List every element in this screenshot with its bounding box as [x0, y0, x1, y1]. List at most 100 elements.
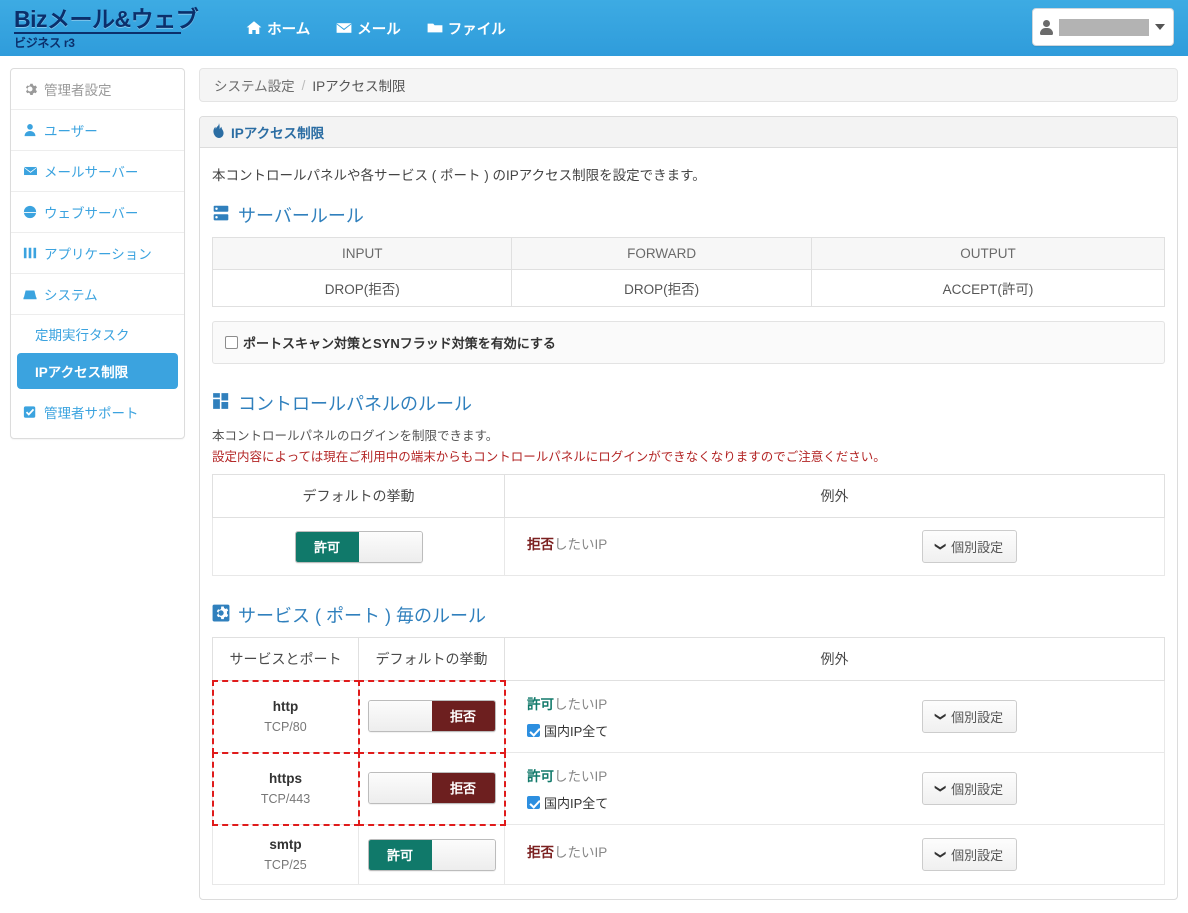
user-menu-button[interactable] — [1032, 8, 1174, 46]
cp-exception-label: 拒否したいIP — [527, 533, 783, 553]
grid-icon — [23, 246, 39, 260]
cp-exception-cell: 拒否したいIP ❮ 個別設定 — [504, 517, 1165, 576]
sidebar-item-web-server[interactable]: ウェブサーバー — [11, 192, 184, 233]
sidebar-item-application-label: アプリケーション — [44, 247, 152, 262]
nav-item-home-label: ホーム — [267, 21, 311, 38]
default-toggle-http-label: 拒否 — [431, 700, 495, 731]
sidebar-item-users-label: ユーザー — [44, 124, 98, 139]
default-toggle-smtp[interactable]: 許可 — [367, 838, 496, 871]
check-square-icon — [23, 405, 39, 419]
default-behavior-cell-http: 拒否 — [357, 679, 506, 754]
server-icon — [212, 204, 230, 227]
domestic-ip-option-http[interactable]: 国内IP全て — [527, 721, 783, 740]
individual-settings-label-smtp: 個別設定 — [951, 848, 1004, 863]
sidebar-item-ip-access-restriction[interactable]: IPアクセス制限 — [17, 353, 178, 389]
server-icon — [23, 287, 39, 301]
sidebar-item-users[interactable]: ユーザー — [11, 110, 184, 151]
value-output: ACCEPT(許可) — [810, 269, 1166, 307]
exception-suffix-smtp: したいIP — [554, 844, 608, 860]
exception-suffix-http: したいIP — [554, 697, 608, 712]
value-forward: DROP(拒否) — [511, 269, 812, 307]
sidebar-item-application[interactable]: アプリケーション — [11, 233, 184, 274]
service-cell-https: https TCP/443 — [211, 751, 360, 826]
table-header-row: サービスとポート デフォルトの挙動 例外 — [212, 637, 1165, 681]
nav-item-mail-label: メール — [357, 21, 401, 38]
individual-settings-button-https[interactable]: ❮ 個別設定 — [921, 772, 1018, 805]
individual-settings-button-smtp[interactable]: ❮ 個別設定 — [921, 838, 1018, 871]
domestic-ip-checkbox-http[interactable] — [527, 724, 540, 737]
default-toggle-http[interactable]: 拒否 — [367, 699, 496, 732]
panel-rules-title: コントロールパネルのルール — [212, 390, 1165, 416]
col-input: INPUT — [211, 237, 513, 270]
default-toggle-https[interactable]: 拒否 — [367, 771, 496, 804]
service-port-smtp: TCP/25 — [264, 858, 307, 872]
gear-square-icon — [212, 604, 230, 627]
portscan-syn-option-row[interactable]: ポートスキャン対策とSYNフラッド対策を有効にする — [212, 321, 1165, 364]
nav-item-home[interactable]: ホーム — [246, 18, 310, 39]
cp-default-toggle[interactable]: 許可 — [294, 530, 423, 563]
sidebar-item-mail-server[interactable]: メールサーバー — [11, 151, 184, 192]
individual-settings-label-https: 個別設定 — [951, 782, 1004, 797]
panel-rules-title-label: コントロールパネルのルール — [238, 394, 472, 414]
brand-main-text: Bizメール&ウェブ — [14, 5, 199, 32]
breadcrumb-current: IPアクセス制限 — [312, 79, 406, 94]
col-default-behavior: デフォルトの挙動 — [212, 474, 505, 518]
ip-access-panel: IPアクセス制限 本コントロールパネルや各サービス ( ポート ) のIPアクセ… — [199, 116, 1178, 900]
brand-logo[interactable]: Bizメール&ウェブ ビジネス r3 — [14, 5, 199, 49]
exception-suffix-https: したいIP — [554, 769, 608, 784]
top-navigation: ホーム メール ファイル — [246, 18, 506, 39]
exception-cell-smtp: 拒否したいIP ❮ 個別設定 — [504, 824, 1165, 885]
sidebar-item-admin-support[interactable]: 管理者サポート — [11, 391, 184, 432]
default-toggle-http-knob — [368, 700, 432, 731]
envelope-icon — [23, 164, 39, 178]
breadcrumb: システム設定 / IPアクセス制限 — [199, 68, 1178, 102]
grid-icon — [212, 392, 230, 415]
cp-individual-settings-button[interactable]: ❮ 個別設定 — [921, 530, 1018, 563]
exception-label-smtp: 拒否したいIP — [527, 841, 783, 861]
service-port-https: TCP/443 — [260, 792, 311, 806]
chevron-down-icon: ❮ — [933, 541, 946, 552]
col-output: OUTPUT — [810, 237, 1166, 270]
sidebar-item-admin-settings: 管理者設定 — [11, 69, 184, 110]
domestic-ip-option-https[interactable]: 国内IP全て — [527, 793, 783, 812]
portscan-syn-label: ポートスキャン対策とSYNフラッド対策を有効にする — [243, 336, 556, 351]
individual-settings-button-http[interactable]: ❮ 個別設定 — [921, 700, 1018, 733]
sidebar-item-scheduled-tasks[interactable]: 定期実行タスク — [11, 315, 184, 353]
default-toggle-smtp-knob — [431, 839, 495, 870]
server-rules-title-label: サーバールール — [238, 206, 364, 226]
domestic-ip-label-http: 国内IP全て — [544, 724, 609, 739]
top-header-bar: Bizメール&ウェブ ビジネス r3 ホーム メール ファイル — [0, 0, 1188, 56]
service-rules-title-label: サービス ( ポート ) 毎のルール — [238, 606, 486, 626]
sidebar-item-scheduled-tasks-label: 定期実行タスク — [35, 328, 130, 343]
envelope-icon — [336, 20, 352, 36]
globe-icon — [23, 205, 39, 219]
default-behavior-cell-https: 拒否 — [357, 751, 506, 826]
user-icon — [23, 123, 39, 137]
col-forward: FORWARD — [511, 237, 812, 270]
col-exception: 例外 — [504, 474, 1165, 518]
exception-keyword-http: 許可 — [527, 697, 554, 712]
panel-intro-text: 本コントロールパネルや各サービス ( ポート ) のIPアクセス制限を設定できま… — [212, 168, 706, 183]
service-cell-smtp: smtp TCP/25 — [212, 824, 359, 885]
breadcrumb-parent[interactable]: システム設定 — [214, 75, 295, 95]
service-port-rules-table: サービスとポート デフォルトの挙動 例外 http TCP/80 拒否 許可した… — [211, 637, 1165, 885]
default-toggle-smtp-label: 許可 — [368, 839, 432, 870]
sidebar-item-system[interactable]: システム — [11, 274, 184, 315]
home-icon — [246, 20, 262, 36]
sidebar-item-ip-access-restriction-label: IPアクセス制限 — [35, 365, 129, 380]
portscan-syn-checkbox[interactable] — [225, 336, 238, 349]
nav-item-mail[interactable]: メール — [336, 18, 401, 39]
folder-icon — [427, 20, 443, 36]
table-header-row: デフォルトの挙動 例外 — [212, 474, 1165, 518]
domestic-ip-label-https: 国内IP全て — [544, 796, 609, 811]
col-exception: 例外 — [504, 637, 1165, 681]
exception-label-http: 許可したいIP — [527, 693, 783, 713]
brand-underline — [14, 31, 181, 34]
table-row: DROP(拒否) DROP(拒否) ACCEPT(許可) — [211, 269, 1166, 307]
service-name-http: http — [272, 699, 299, 714]
chevron-down-icon: ❮ — [933, 849, 946, 860]
domestic-ip-checkbox-https[interactable] — [527, 796, 540, 809]
fire-icon — [212, 123, 225, 141]
exception-keyword-https: 許可 — [527, 769, 554, 784]
nav-item-file[interactable]: ファイル — [427, 18, 506, 39]
